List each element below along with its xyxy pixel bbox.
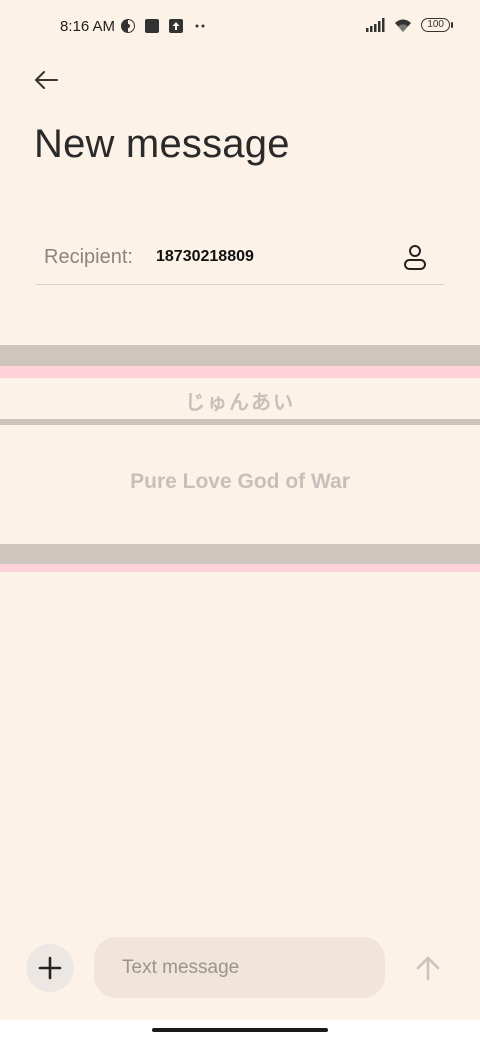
- message-input[interactable]: [94, 937, 385, 998]
- banner-stripe: [0, 345, 480, 366]
- wifi-icon: [395, 19, 412, 32]
- status-bar: 8:16 AM 100: [0, 0, 480, 56]
- send-button[interactable]: [410, 950, 446, 986]
- plus-icon: [38, 956, 62, 980]
- signal-icon: [366, 18, 385, 32]
- banner-stripe: [0, 544, 480, 564]
- banner-stripe: [0, 419, 480, 425]
- recipient-value[interactable]: 18730218809: [156, 248, 254, 266]
- notification-icons: [120, 18, 208, 34]
- recipient-label: Recipient:: [44, 246, 133, 268]
- upload-icon: [169, 19, 183, 33]
- arrow-up-icon: [416, 956, 440, 981]
- banner-stripe: [0, 564, 480, 572]
- recipient-field[interactable]: Recipient: 18730218809: [36, 236, 444, 285]
- battery-icon: 100: [421, 18, 453, 32]
- arrow-left-icon: [35, 71, 58, 89]
- page-title: New message: [34, 122, 290, 166]
- home-indicator[interactable]: [152, 1028, 328, 1032]
- circle-half-icon: [121, 19, 135, 33]
- banner-english-text: Pure Love God of War: [130, 470, 350, 493]
- status-time: 8:16 AM: [60, 18, 116, 35]
- banner-japanese-text: じゅんあい: [185, 392, 295, 414]
- attach-button[interactable]: [26, 944, 74, 992]
- back-button[interactable]: [28, 62, 64, 98]
- square-app-icon: [145, 19, 159, 33]
- more-dots-icon: [195, 24, 205, 28]
- contact-picker-button[interactable]: [400, 242, 430, 272]
- system-icons: 100: [365, 17, 453, 33]
- banner-stripe: [0, 366, 480, 378]
- person-icon: [404, 245, 426, 270]
